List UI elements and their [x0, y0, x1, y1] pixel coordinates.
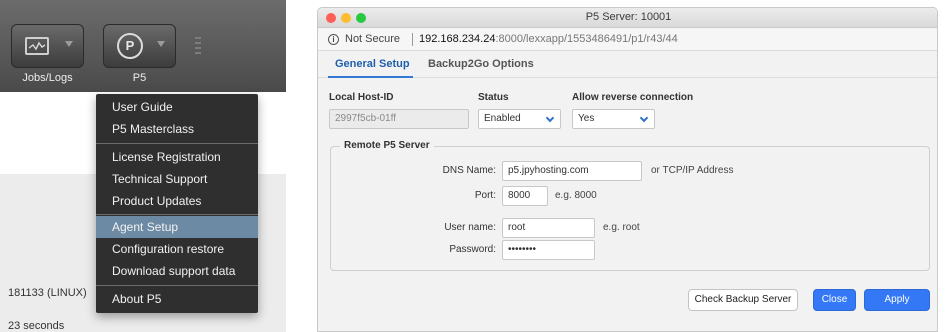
monitor-graph-icon: [25, 37, 49, 55]
app-toolbar: Jobs/Logs P P5: [0, 0, 286, 92]
menu-item-user-guide[interactable]: User Guide: [96, 96, 258, 118]
url-text[interactable]: 192.168.234.24:8000/lexxapp/1553486491/p…: [419, 33, 678, 45]
user-name-hint: e.g. root: [603, 222, 640, 233]
info-icon[interactable]: i: [328, 34, 339, 45]
address-divider: [412, 33, 413, 46]
local-host-id-label: Local Host-ID: [329, 92, 394, 103]
menu-item-agent-setup[interactable]: Agent Setup: [96, 216, 258, 238]
menu-item-about-p5[interactable]: About P5: [96, 288, 258, 310]
menu-item-download-support-data[interactable]: Download support data: [96, 260, 258, 282]
password-input[interactable]: ••••••••: [502, 240, 595, 260]
port-input[interactable]: 8000: [502, 186, 548, 206]
p5-admin-app: Jobs/Logs P P5 181133 (LINUX) 23 seconds…: [0, 0, 286, 332]
tab-general-setup[interactable]: General Setup: [335, 58, 410, 70]
p5-menu-button[interactable]: P: [103, 24, 176, 68]
host-status-text: 181133 (LINUX): [8, 287, 87, 299]
dns-name-hint: or TCP/IP Address: [651, 165, 734, 176]
p5-server-window: P5 Server: 10001 i Not Secure 192.168.23…: [317, 7, 938, 332]
menu-item-license-registration[interactable]: License Registration: [96, 146, 258, 168]
p5-logo-icon: P: [117, 33, 143, 59]
menu-item-p5-masterclass[interactable]: P5 Masterclass: [96, 118, 258, 140]
p5-label: P5: [132, 72, 147, 84]
chevron-down-icon: [65, 41, 73, 47]
menu-item-product-updates[interactable]: Product Updates: [96, 190, 258, 212]
url-host: 192.168.234.24: [419, 33, 496, 45]
port-hint: e.g. 8000: [555, 190, 597, 201]
status-select[interactable]: Enabled: [478, 109, 561, 129]
reverse-connection-value: Yes: [578, 113, 595, 124]
tab-bar: General Setup Backup2Go Options: [318, 52, 937, 78]
port-label: Port:: [474, 190, 496, 201]
active-tab-indicator: [328, 76, 413, 78]
p5-dropdown-menu: User Guide P5 Masterclass License Regist…: [96, 94, 258, 313]
menu-item-technical-support[interactable]: Technical Support: [96, 168, 258, 190]
menu-separator: [96, 285, 258, 286]
password-label: Password:: [449, 244, 496, 255]
jobs-logs-label: Jobs/Logs: [22, 72, 73, 84]
user-name-label: User name:: [444, 222, 496, 233]
chevron-down-icon: [545, 113, 555, 123]
url-path: :8000/lexxapp/1553486491/p1/r43/44: [495, 33, 678, 45]
not-secure-label: Not Secure: [345, 33, 401, 45]
check-backup-server-button[interactable]: Check Backup Server: [688, 289, 798, 311]
jobs-logs-button[interactable]: [11, 24, 84, 68]
window-title: P5 Server: 10001: [585, 11, 672, 23]
chevron-down-icon: [639, 113, 649, 123]
window-titlebar: P5 Server: 10001: [318, 8, 937, 28]
tab-backup2go-options[interactable]: Backup2Go Options: [428, 58, 534, 70]
chevron-down-icon: [157, 41, 165, 47]
user-name-input[interactable]: root: [502, 218, 595, 238]
remote-p5-server-legend: Remote P5 Server: [340, 140, 434, 151]
status-label: Status: [478, 92, 509, 103]
dns-name-input[interactable]: p5.jpyhosting.com: [502, 161, 642, 181]
status-select-value: Enabled: [484, 113, 521, 124]
reverse-connection-label: Allow reverse connection: [572, 92, 694, 103]
address-bar[interactable]: i Not Secure 192.168.234.24:8000/lexxapp…: [318, 29, 937, 51]
close-button[interactable]: Close: [813, 289, 856, 311]
dns-name-label: DNS Name:: [442, 165, 496, 176]
elapsed-time-text: 23 seconds: [8, 320, 65, 332]
apply-button[interactable]: Apply: [864, 289, 930, 311]
reverse-connection-select[interactable]: Yes: [572, 109, 655, 129]
toolbar-resize-handle-icon[interactable]: [193, 34, 203, 60]
menu-separator: [96, 214, 258, 215]
menu-item-configuration-restore[interactable]: Configuration restore: [96, 238, 258, 260]
menu-separator: [96, 143, 258, 144]
local-host-id-field: 2997f5cb-01ff: [329, 109, 469, 129]
